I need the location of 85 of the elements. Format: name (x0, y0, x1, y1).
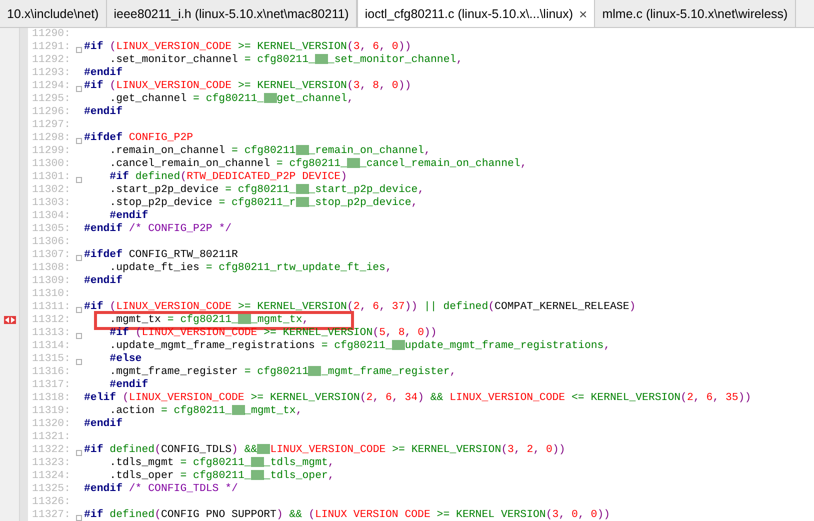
code-line: #endif (84, 67, 122, 80)
code-line: #if (LINUX_VERSION_CODE >= KERNEL_VERSION(3, 6, 0)) (84, 41, 412, 54)
line-number: 11290: (31, 28, 72, 41)
code-line: .start_p2p_device = cfg80211_ _start_p2p_device, (108, 184, 424, 197)
line-number: 11291: (31, 41, 72, 54)
line-number: 11311: (31, 301, 72, 314)
fold-icon[interactable] (76, 177, 82, 183)
code-line: #if (LINUX_VERSION_CODE >= KERNEL_VERSION(3, 8, 0)) (84, 80, 412, 93)
line-number: 11302: (31, 184, 72, 197)
code-line: #endif (84, 275, 122, 288)
line-number: 11323: (31, 457, 72, 470)
line-number: 11299: (31, 145, 72, 158)
line-number: 11320: (31, 418, 72, 431)
line-number: 11303: (31, 197, 72, 210)
line-number: 11305: (31, 223, 72, 236)
code-line: .set_monitor_channel = cfg80211_ _set_monitor_channel, (108, 54, 463, 67)
code-line: .action = cfg80211_ _mgmt_tx, (108, 405, 302, 418)
line-number: 11297: (31, 119, 72, 132)
fold-icon[interactable] (76, 307, 82, 313)
code-line: #endif (108, 210, 148, 223)
code-line: #elif (LINUX_VERSION_CODE >= KERNEL_VERSION(2, 6, 34) && LINUX_VERSION_CODE <= KERNEL_VERSION(2, 6, 35)) (84, 392, 752, 405)
code-line: #endif /* CONFIG_P2P */ (84, 223, 232, 236)
file-tab[interactable]: ieee80211_i.h (linux-5.10.x\net\mac80211) (106, 0, 357, 27)
code-line: .tdls_oper = cfg80211_ _tdls_oper, (108, 470, 334, 483)
code-line: .mgmt_tx = cfg80211_ _mgmt_tx, (108, 314, 309, 327)
line-number: 11294: (31, 80, 72, 93)
code-line: .update_mgmt_frame_registrations = cfg80211_ update_mgmt_frame_registrations, (108, 340, 610, 353)
line-number: 11318: (31, 392, 72, 405)
line-number: 11300: (31, 158, 72, 171)
fold-icon[interactable] (76, 515, 82, 521)
code-line: #if defined(CONFIG PNO SUPPORT) && (LINUX VERSION CODE >= KERNEL VERSION(3, 0, 0)) (84, 509, 610, 521)
fold-icon[interactable] (76, 333, 82, 339)
line-number: 11319: (31, 405, 72, 418)
line-number: 11326: (31, 496, 72, 509)
line-number: 11316: (31, 366, 72, 379)
line-number: 11312: (31, 314, 72, 327)
line-number: 11293: (31, 67, 72, 80)
line-number: 11301: (31, 171, 72, 184)
code-line: #endif (84, 418, 122, 431)
code-line: #endif /* CONFIG_TDLS */ (84, 483, 238, 496)
fold-icon[interactable] (76, 450, 82, 456)
file-tab[interactable]: mlme.c (linux-5.10.x\net\wireless) (595, 0, 796, 27)
fold-icon[interactable] (76, 255, 82, 261)
line-number: 11310: (31, 288, 72, 301)
line-number: 11324: (31, 470, 72, 483)
code-line: #endif (108, 379, 148, 392)
line-number: 11314: (31, 340, 72, 353)
code-line: .tdls_mgmt = cfg80211_ _tdls_mgmt, (108, 457, 334, 470)
line-number: 11309: (31, 275, 72, 288)
line-number: 11327: (31, 509, 72, 521)
code-line: #ifdef CONFIG_P2P (84, 132, 194, 145)
fold-icon[interactable] (76, 86, 82, 92)
line-number: 11292: (31, 54, 72, 67)
line-number: 11315: (31, 353, 72, 366)
line-number: 11308: (31, 262, 72, 275)
line-number: 11306: (31, 236, 72, 249)
line-number: 11313: (31, 327, 72, 340)
code-line: .cancel_remain_on_channel = cfg80211_ _cancel_remain_on_channel, (108, 158, 527, 171)
code-line: #if (LINUX_VERSION_CODE >= KERNEL_VERSION(2, 6, 37)) || defined(COMPAT_KERNEL_RELEASE) (84, 301, 636, 314)
line-number: 11325: (31, 483, 72, 496)
line-number: 11295: (31, 93, 72, 106)
code-line: #if defined(RTW_DEDICATED_P2P DEVICE) (108, 171, 347, 184)
fold-icon[interactable] (76, 359, 82, 365)
code-line: #else (108, 353, 142, 366)
line-number: 11317: (31, 379, 72, 392)
file-tab[interactable]: ioctl_cfg80211.c (linux-5.10.x\...\linux) × (356, 0, 596, 27)
code-line: #endif (84, 106, 122, 119)
line-number: 11307: (31, 249, 72, 262)
code-line: #ifdef CONFIG_RTW_80211R (84, 249, 238, 262)
code-line: #if defined(CONFIG_TDLS) && LINUX_VERSION_CODE >= KERNEL_VERSION(3, 2, 0)) (84, 444, 566, 457)
code-line: .update_ft_ies = cfg80211_rtw_update_ft_ies, (108, 262, 392, 275)
fold-icon[interactable] (76, 47, 82, 53)
code-line: .remain_on_channel = cfg80211 _remain_on_channel, (108, 145, 431, 158)
line-number: 11298: (31, 132, 72, 145)
code-line: #if (LINUX_VERSION_CODE >= KERNEL_VERSION(5, 8, 0)) (108, 327, 437, 340)
line-number: 11322: (31, 444, 72, 457)
close-icon[interactable]: × (579, 6, 588, 22)
code-line: .stop_p2p_device = cfg80211_r _stop_p2p_device, (108, 197, 418, 210)
code-line: .mgmt_frame_register = cfg80211 _mgmt_frame_register, (108, 366, 456, 379)
file-tab[interactable]: 10.x\include\net) (0, 0, 107, 27)
line-number: 11304: (31, 210, 72, 223)
fold-icon[interactable] (76, 138, 82, 144)
line-number: 11296: (31, 106, 72, 119)
code-line: .get_channel = cfg80211_ get_channel, (108, 93, 354, 106)
line-number: 11321: (31, 431, 72, 444)
